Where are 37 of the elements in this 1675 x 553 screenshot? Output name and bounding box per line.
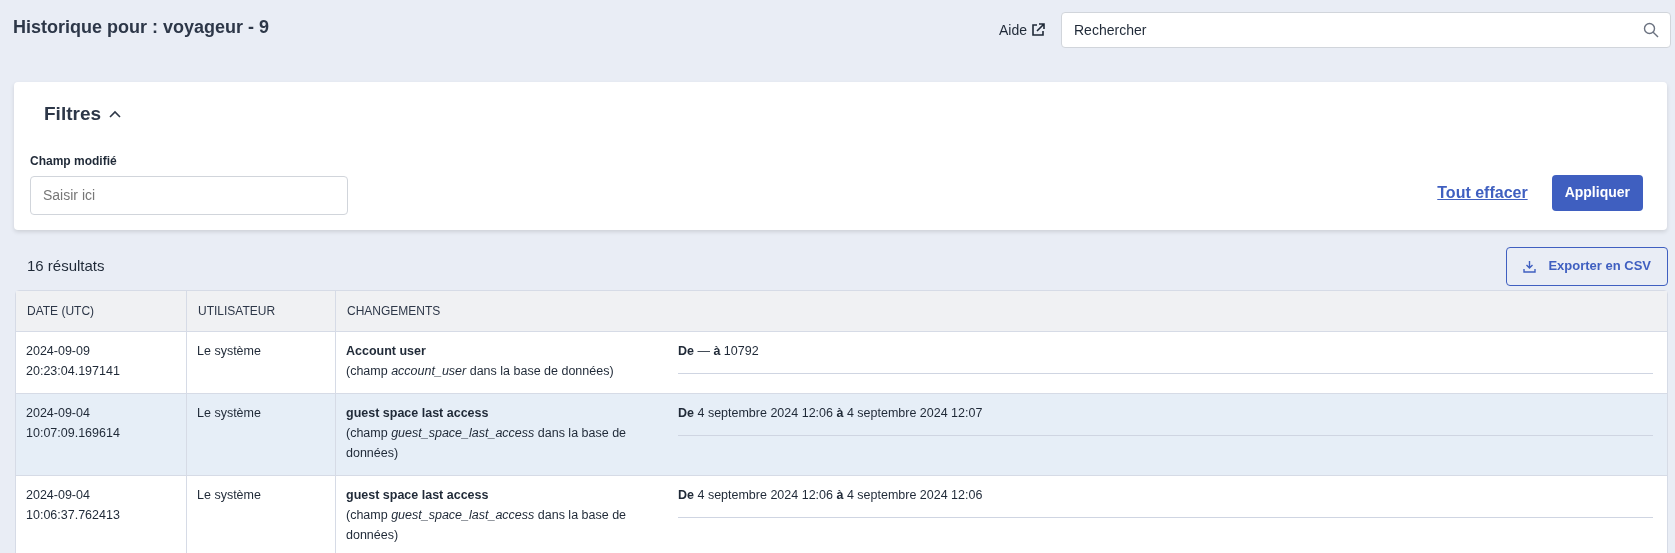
date-cell-text: 2024-09-04: [26, 486, 91, 504]
help-link[interactable]: Aide: [998, 19, 1045, 41]
filters-toggle[interactable]: Filtres: [44, 100, 122, 129]
date-cell-text: 2024-09-09: [26, 342, 91, 360]
export-button[interactable]: Exporter en CSV: [1506, 246, 1668, 286]
chevron-icon: [109, 110, 122, 119]
field-description: (champ guest_space_last_access dans la base de données): [346, 506, 628, 544]
field-label: Champ modifié: [30, 152, 118, 170]
date-cell-text: 20:23:04.197141: [26, 362, 121, 380]
user-cell: Le système: [197, 343, 261, 358]
field-description: (champ account_user dans la base de données): [346, 362, 615, 380]
change-value: De 4 septembre 2024 12:06 à 4 septembre 2024 12:07: [678, 402, 1653, 436]
change-value: De — à 10792: [678, 340, 1653, 374]
user-cell: Le système: [197, 487, 261, 502]
column-header: UTILISATEUR: [187, 290, 336, 331]
field-name: guest space last access: [346, 486, 490, 504]
column-header: CHANGEMENTS: [346, 302, 442, 320]
table-row[interactable]: 2024-09-04 10:07:09.169614 Le système guest space last access (champ guest_space_last_access dans la base de données) De 4 septembre 2024 12:06 à 4 septembre 2024 12:07: [16, 393, 1667, 476]
input-field[interactable]: Saisir ici: [30, 175, 348, 215]
search-field[interactable]: Rechercher: [1061, 12, 1671, 48]
date-cell-text: 2024-09-04: [26, 404, 91, 422]
result-count: 16 résultats: [27, 255, 105, 276]
search-icon: [1643, 22, 1659, 38]
change-value: De 4 septembre 2024 12:06 à 4 septembre 2024 12:06: [678, 484, 1653, 518]
apply-button[interactable]: Appliquer: [1551, 174, 1643, 211]
user-cell: Le système: [197, 405, 261, 420]
column-header: DATE (UTC): [16, 290, 187, 331]
date-cell-text: 10:06:37.762413: [26, 506, 121, 524]
field-name: guest space last access: [346, 404, 490, 422]
table-row[interactable]: 2024-09-09 20:23:04.197141 Le système Account user (champ account_user dans la base de données) De — à 10792: [16, 331, 1667, 394]
external-link-icon: [1031, 23, 1045, 37]
field-description: (champ guest_space_last_access dans la base de données): [346, 424, 628, 462]
clear-link[interactable]: Tout effacer: [1437, 180, 1528, 205]
date-cell-text: 10:07:09.169614: [26, 424, 121, 442]
page-title: Historique pour : voyageur - 9: [13, 16, 270, 39]
field-name: Account user: [346, 342, 427, 360]
download-icon: [1523, 259, 1537, 273]
